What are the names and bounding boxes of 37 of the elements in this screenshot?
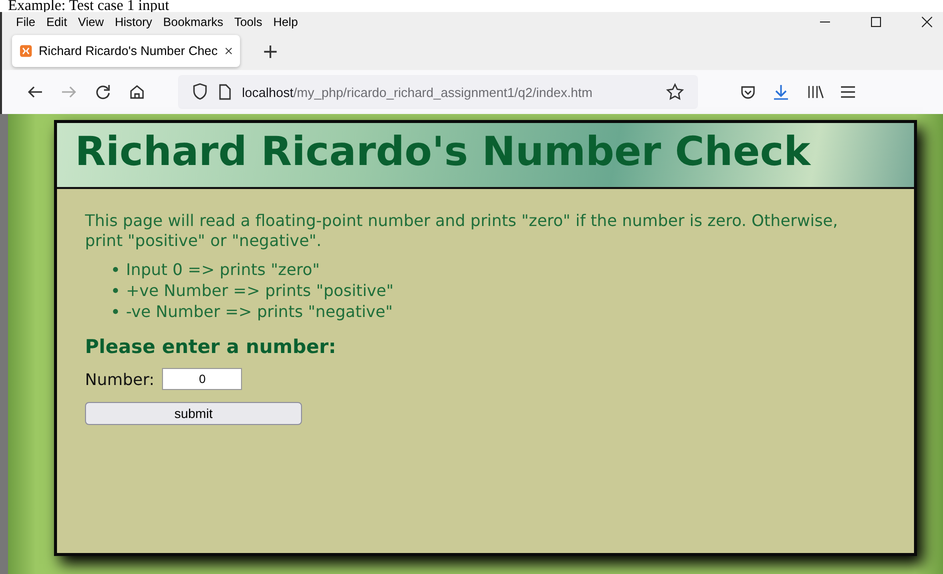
page-icon <box>218 84 232 100</box>
intro-paragraph: This page will read a floating-point number and prints "zero" if the number is zero. Otherwise, print "positive" or "negative". <box>85 211 839 251</box>
menu-item[interactable]: Bookmarks <box>163 15 224 29</box>
bullet-icon <box>113 288 118 293</box>
close-icon[interactable] <box>224 46 232 56</box>
bullet-icon <box>113 309 118 314</box>
form-heading: Please enter a number: <box>85 336 338 358</box>
menu-icon[interactable] <box>840 84 856 100</box>
library-icon[interactable] <box>806 83 824 101</box>
menu-item[interactable]: Edit <box>46 15 68 29</box>
menu-item[interactable]: File <box>16 15 36 29</box>
bullet-icon <box>113 267 118 272</box>
maximize-icon[interactable] <box>870 16 882 28</box>
shield-icon <box>192 83 208 101</box>
download-icon[interactable] <box>772 83 790 101</box>
menu-item[interactable]: Tools <box>234 15 262 29</box>
star-icon[interactable] <box>666 83 684 101</box>
url-text: localhost/my_php/ricardo_richard_assignment1/q2/index.htm <box>242 84 592 100</box>
close-icon[interactable] <box>921 16 933 28</box>
rule-item: -ve Number => prints "negative" <box>126 301 393 322</box>
rule-item: Input 0 => prints "zero" <box>126 259 320 280</box>
number-field[interactable]: 0 <box>162 368 242 390</box>
menu-item[interactable]: View <box>78 15 104 29</box>
home-icon[interactable] <box>128 83 146 101</box>
reload-icon[interactable] <box>94 83 112 101</box>
site-icon <box>20 43 32 59</box>
rule-item: +ve Number => prints "positive" <box>126 280 394 301</box>
menu-item[interactable]: Help <box>273 15 298 29</box>
address-bar[interactable]: localhost/my_php/ricardo_richard_assignment1/q2/index.htm <box>178 75 698 109</box>
submit-button[interactable]: submit <box>85 402 302 425</box>
browser-tab[interactable]: Richard Ricardo's Number Chec <box>12 35 240 67</box>
page-title: Richard Ricardo's Number Check <box>75 129 812 175</box>
field-label: Number: <box>85 370 154 388</box>
tab-title: Richard Ricardo's Number Chec <box>38 44 218 58</box>
pocket-icon[interactable] <box>740 84 756 100</box>
menu-item[interactable]: History <box>114 15 152 29</box>
new-tab-button[interactable]: + <box>258 39 283 63</box>
